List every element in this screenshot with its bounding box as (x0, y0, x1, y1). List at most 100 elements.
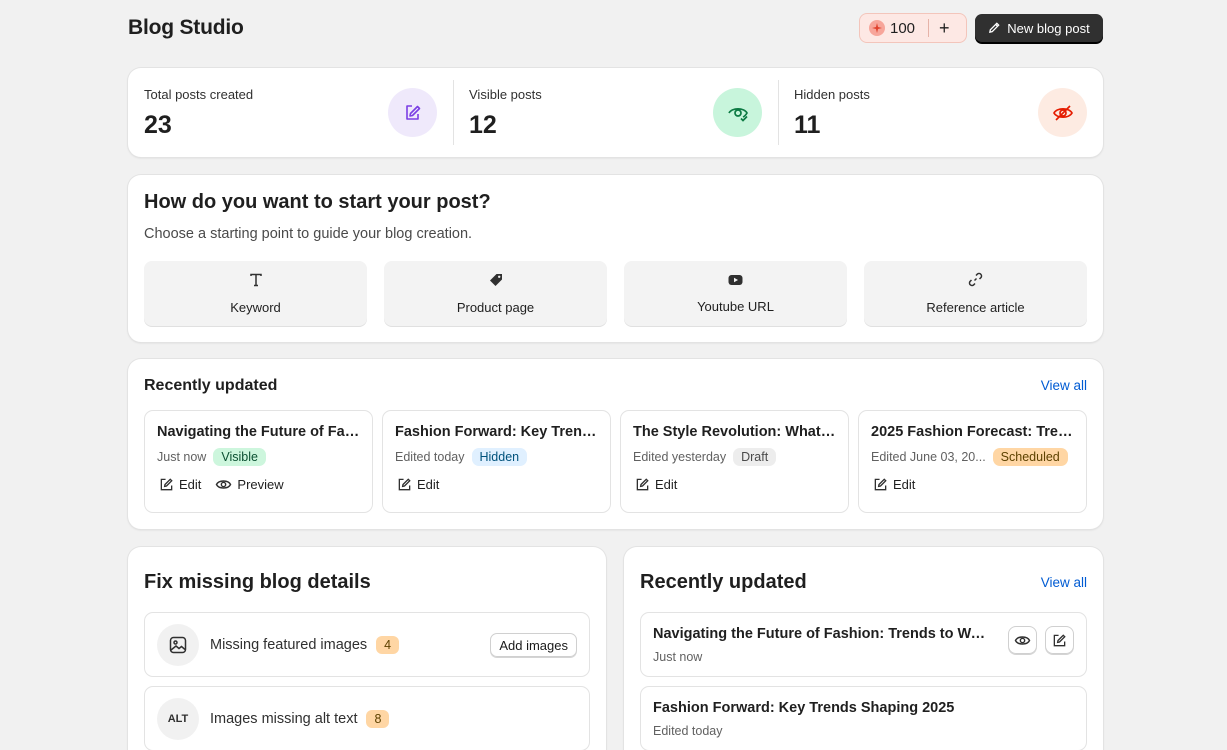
status-badge: Hidden (471, 448, 528, 466)
edit-button[interactable]: Edit (397, 477, 439, 492)
start-options: Keyword Product page Youtube URL Referen… (144, 261, 1087, 326)
edit-button[interactable]: Edit (873, 477, 915, 492)
page-title: Blog Studio (128, 16, 244, 39)
edit-button[interactable]: Edit (635, 477, 677, 492)
post-title: Navigating the Future of Fashion: Trends… (653, 626, 991, 642)
youtube-icon (728, 273, 743, 291)
issue-text: Images missing alt text (210, 711, 358, 727)
new-blog-post-label: New blog post (1007, 21, 1090, 36)
post-meta: Edited June 03, 20... Scheduled (871, 448, 1068, 466)
issue-count-badge: 8 (366, 710, 390, 728)
edit-icon (1053, 633, 1066, 646)
list-item[interactable]: Fashion Forward: Key Trends Shaping 2025… (640, 686, 1087, 750)
add-credits-button[interactable]: + (939, 19, 950, 37)
edit-label: Edit (893, 477, 916, 492)
edit-label: Edit (417, 477, 440, 492)
sparkle-icon (869, 20, 885, 36)
preview-button[interactable] (1008, 626, 1037, 654)
edit-icon (398, 478, 411, 491)
status-badge: Scheduled (992, 448, 1068, 466)
section-title: Recently updated (640, 571, 807, 593)
recently-updated-list-card: Recently updated View all Navigating the… (624, 547, 1103, 750)
stat-label: Visible posts (469, 87, 542, 102)
edit-button[interactable] (1045, 626, 1074, 654)
option-label: Keyword (230, 299, 281, 315)
list-item[interactable]: Navigating the Future of Fashion: Trends… (640, 612, 1087, 677)
preview-label: Preview (237, 477, 284, 492)
post-actions: Edit (397, 477, 439, 492)
issue-images-missing-alt-text[interactable]: ALT Images missing alt text 8 (144, 686, 590, 750)
add-images-button[interactable]: Add images (490, 633, 577, 657)
option-keyword[interactable]: Keyword (144, 261, 367, 326)
stat-visible-posts: Visible posts 12 (453, 68, 778, 157)
credits-divider (928, 19, 930, 37)
new-blog-post-button[interactable]: New blog post (975, 14, 1103, 43)
post-timestamp: Edited today (653, 724, 723, 738)
option-label: Reference article (926, 300, 1025, 315)
issue-label: Images missing alt text 8 (210, 710, 390, 728)
post-meta: Edited today Hidden (395, 448, 528, 466)
app-container: Blog Studio 100 + New blog post Total po… (128, 0, 1103, 750)
post-card[interactable]: Navigating the Future of Fashion: Trends… (144, 410, 373, 513)
post-meta: Just now Visible (157, 448, 266, 466)
start-post-subtitle: Choose a starting point to guide your bl… (144, 226, 473, 242)
post-timestamp: Edited yesterday (633, 450, 727, 464)
edit-icon (388, 88, 437, 137)
link-icon (968, 272, 983, 292)
status-badge: Visible (213, 448, 266, 466)
edit-icon (160, 478, 173, 491)
issue-label: Missing featured images 4 (210, 636, 400, 654)
text-icon (249, 273, 263, 292)
tag-icon (489, 273, 503, 292)
image-icon (157, 624, 199, 666)
option-label: Youtube URL (697, 299, 774, 314)
preview-button[interactable]: Preview (215, 477, 284, 492)
recently-updated-card: Recently updated View all Navigating the… (128, 359, 1103, 529)
start-post-title: How do you want to start your post? (144, 191, 491, 213)
pencil-icon (988, 21, 1001, 37)
post-actions: Edit (873, 477, 915, 492)
post-timestamp: Just now (157, 450, 207, 464)
stat-value: 11 (794, 111, 821, 139)
post-meta: Edited yesterday Draft (633, 448, 777, 466)
post-title: Navigating the Future of Fashion: Trends… (157, 424, 360, 440)
stat-total-posts: Total posts created 23 (128, 68, 453, 157)
post-timestamp: Edited June 03, 20... (871, 450, 986, 464)
status-badge: Draft (733, 448, 777, 466)
section-title: Recently updated (144, 377, 278, 394)
stat-label: Hidden posts (794, 87, 870, 102)
option-label: Product page (456, 299, 535, 315)
stat-label: Total posts created (144, 87, 254, 102)
option-youtube-url[interactable]: Youtube URL (624, 261, 847, 326)
post-card[interactable]: Fashion Forward: Key Trends Shaping 2025… (382, 410, 611, 513)
eye-icon (1014, 635, 1031, 645)
post-actions: Edit (635, 477, 677, 492)
view-all-link[interactable]: View all (1041, 575, 1087, 590)
option-product-page[interactable]: Product page (384, 261, 607, 326)
post-title: Fashion Forward: Key Trends Shaping 2025 (653, 700, 955, 716)
post-title: Fashion Forward: Key Trends Shaping 2025 (395, 424, 598, 440)
page-header: Blog Studio 100 + New blog post (128, 0, 1103, 56)
fix-missing-details-card: Fix missing blog details Missing feature… (128, 547, 606, 750)
start-post-card: How do you want to start your post? Choo… (128, 175, 1103, 342)
edit-label: Edit (179, 477, 202, 492)
eye-icon (216, 480, 232, 489)
stat-value: 12 (469, 111, 497, 139)
post-card[interactable]: 2025 Fashion Forecast: Trends and Insigh… (858, 410, 1087, 513)
issue-count-badge: 4 (376, 636, 400, 654)
issue-missing-featured-images[interactable]: Missing featured images 4 Add images (144, 612, 590, 677)
issue-text: Missing featured images (210, 637, 368, 653)
option-reference-article[interactable]: Reference article (864, 261, 1087, 326)
credits-widget[interactable]: 100 + (859, 13, 967, 43)
post-actions: Edit Preview (159, 477, 284, 492)
section-title: Fix missing blog details (144, 571, 371, 593)
post-timestamp: Edited today (395, 450, 465, 464)
view-all-link[interactable]: View all (1041, 378, 1087, 393)
edit-icon (874, 478, 887, 491)
post-card[interactable]: The Style Revolution: What's Next in Fas… (620, 410, 849, 513)
eye-off-icon (1038, 88, 1087, 137)
stat-hidden-posts: Hidden posts 11 (778, 68, 1103, 157)
recent-posts-list: Navigating the Future of Fashion: Trends… (144, 410, 1087, 513)
edit-button[interactable]: Edit (159, 477, 201, 492)
post-timestamp: Just now (653, 650, 703, 664)
